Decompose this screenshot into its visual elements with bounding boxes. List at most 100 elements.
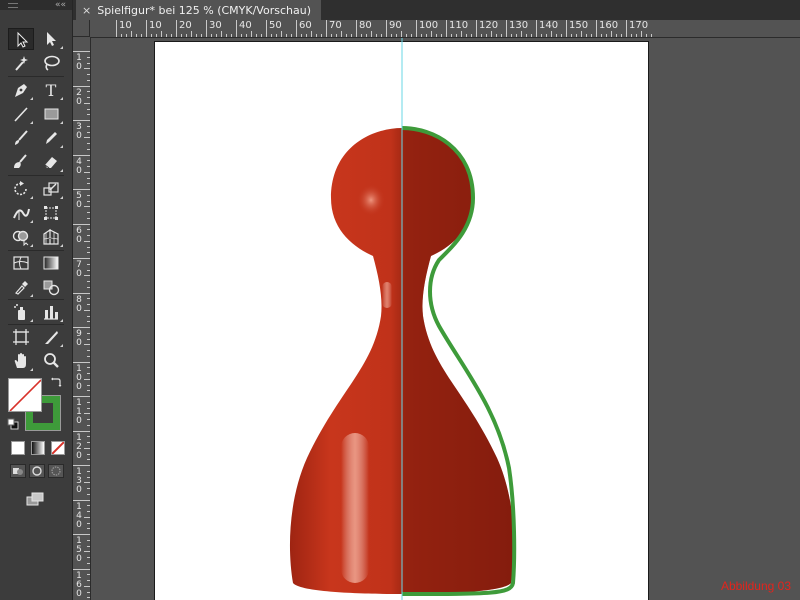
- ruler-minor-tick: [601, 34, 602, 37]
- blob-brush-tool[interactable]: [8, 151, 34, 173]
- ruler-minor-tick: [87, 62, 90, 64]
- close-tab-icon[interactable]: ×: [82, 5, 91, 16]
- ruler-major-tick: [596, 20, 597, 37]
- ruler-label: 10: [119, 20, 132, 31]
- eyedropper-tool[interactable]: [8, 276, 34, 298]
- none-slash-icon: [9, 379, 41, 411]
- blend-tool[interactable]: [38, 276, 64, 298]
- ruler-major-tick: [446, 20, 447, 37]
- ruler-minor-tick: [231, 34, 232, 37]
- pencil-icon: [46, 132, 57, 144]
- ruler-minor-tick: [486, 34, 487, 37]
- ruler-minor-tick: [456, 34, 457, 37]
- ruler-minor-tick: [87, 74, 90, 75]
- horizontal-ruler[interactable]: 10 10 20 30 40 50 60 70 80 90 100 110 120 130 140 150 16…: [73, 20, 800, 38]
- ruler-minor-tick: [526, 34, 527, 37]
- ruler-minor-tick: [87, 246, 90, 248]
- symbol-sprayer-icon: [14, 304, 25, 320]
- ruler-label: 0: [76, 338, 82, 348]
- ruler-major-tick: [386, 20, 387, 37]
- ruler-label: 110: [449, 20, 469, 31]
- ruler-minor-tick: [87, 522, 90, 524]
- vertical-ruler[interactable]: 102030405060708090100110120130140150160: [73, 37, 91, 600]
- column-graph-tool[interactable]: [38, 301, 64, 323]
- collapse-panel-icon[interactable]: ««: [55, 0, 66, 10]
- document-canvas[interactable]: Abbildung 03: [91, 38, 800, 600]
- draw-behind-button[interactable]: [29, 464, 45, 478]
- selection-tool[interactable]: [8, 28, 34, 50]
- ruler-minor-tick: [87, 493, 90, 495]
- ruler-minor-tick: [84, 171, 90, 173]
- line-tool[interactable]: [8, 103, 34, 125]
- pencil-tool[interactable]: [38, 127, 64, 149]
- ruler-minor-tick: [271, 34, 272, 37]
- magic-wand-tool[interactable]: [8, 52, 34, 74]
- ruler-minor-tick: [87, 350, 90, 351]
- rotate-tool[interactable]: [8, 178, 34, 200]
- ruler-minor-tick: [306, 34, 307, 37]
- ruler-minor-tick: [87, 424, 90, 426]
- gradient-mode-button[interactable]: [31, 441, 45, 455]
- eraser-tool[interactable]: [38, 151, 64, 173]
- ruler-minor-tick: [84, 378, 90, 380]
- ruler-label: 140: [539, 20, 559, 31]
- zoom-tool[interactable]: [38, 350, 64, 372]
- artboard-tool[interactable]: [8, 326, 34, 348]
- gradient-tool[interactable]: [38, 252, 64, 274]
- draw-normal-button[interactable]: [10, 464, 26, 478]
- ruler-minor-tick: [136, 34, 137, 37]
- ruler-label: 0: [76, 303, 82, 314]
- draw-inside-button[interactable]: [48, 464, 64, 478]
- ruler-minor-tick: [87, 557, 90, 558]
- tools-panel-grip[interactable]: ««: [0, 0, 72, 10]
- ruler-major-tick: [626, 20, 627, 37]
- slice-tool[interactable]: [38, 326, 64, 348]
- ruler-minor-tick: [196, 34, 197, 37]
- type-tool[interactable]: T: [38, 79, 64, 101]
- pen-tool[interactable]: [8, 79, 34, 101]
- eraser-icon: [44, 157, 57, 169]
- paintbrush-tool[interactable]: [8, 127, 34, 149]
- ruler-major-tick: [73, 292, 90, 294]
- ruler-minor-tick: [87, 574, 90, 576]
- ruler-label: 20: [179, 20, 192, 31]
- ruler-major-tick: [73, 51, 90, 52]
- fill-color-swatch[interactable]: [8, 378, 42, 412]
- ruler-major-tick: [73, 120, 90, 121]
- ruler-label: 0: [76, 165, 82, 176]
- rectangle-tool[interactable]: [38, 103, 64, 125]
- scale-icon: [43, 182, 59, 196]
- ruler-minor-tick: [591, 34, 592, 37]
- svg-text:T: T: [46, 81, 57, 99]
- line-icon: [14, 107, 28, 122]
- direct-selection-tool[interactable]: [38, 28, 64, 50]
- perspective-grid-tool[interactable]: [38, 226, 64, 248]
- screen-mode-button[interactable]: [22, 488, 48, 510]
- document-tab[interactable]: × Spielfigur* bei 125 % (CMYK/Vorschau): [76, 0, 321, 20]
- ruler-minor-tick: [87, 539, 90, 541]
- swap-fill-stroke-icon[interactable]: [50, 376, 62, 388]
- mesh-tool[interactable]: [8, 252, 34, 274]
- ruler-major-tick: [326, 20, 327, 37]
- ruler-label: 60: [299, 20, 312, 31]
- ruler-major-tick: [116, 20, 117, 37]
- ruler-major-tick: [73, 154, 90, 156]
- ruler-minor-tick: [87, 562, 90, 564]
- free-transform-tool[interactable]: [38, 202, 64, 224]
- ruler-major-tick: [296, 20, 297, 37]
- default-fill-stroke-icon[interactable]: [7, 418, 19, 430]
- scale-tool[interactable]: [38, 178, 64, 200]
- ruler-origin[interactable]: [73, 20, 90, 37]
- shape-builder-tool[interactable]: [8, 226, 34, 248]
- ruler-minor-tick: [576, 34, 577, 37]
- ruler-minor-tick: [561, 34, 562, 37]
- symbol-sprayer-tool[interactable]: [8, 301, 34, 323]
- hand-tool[interactable]: [8, 350, 34, 372]
- width-tool[interactable]: [8, 202, 34, 224]
- ruler-minor-tick: [501, 34, 502, 37]
- ruler-minor-tick: [606, 34, 607, 37]
- color-mode-button[interactable]: [11, 441, 25, 455]
- ruler-minor-tick: [87, 281, 90, 282]
- lasso-tool[interactable]: [38, 52, 64, 74]
- none-mode-button[interactable]: [51, 441, 65, 455]
